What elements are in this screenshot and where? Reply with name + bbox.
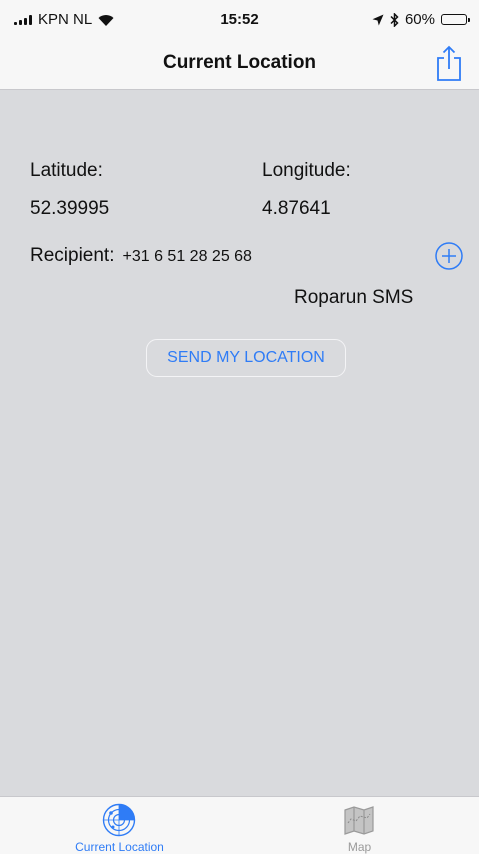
tab-current-location[interactable]: Current Location <box>0 797 239 854</box>
tab-map[interactable]: Map <box>240 797 479 854</box>
page-title: Current Location <box>162 52 317 73</box>
add-recipient-button[interactable] <box>434 241 464 271</box>
tab-label: Map <box>347 840 372 854</box>
plus-circle-icon <box>435 242 463 270</box>
send-location-button[interactable]: SEND MY LOCATION <box>146 339 346 377</box>
recipient-label: Recipient: <box>30 245 115 266</box>
latitude-label: Latitude: <box>30 160 103 181</box>
share-icon <box>437 45 461 81</box>
location-arrow-icon <box>372 14 384 25</box>
map-icon <box>344 806 374 835</box>
navigation-bar: Current Location <box>0 40 479 90</box>
battery-icon <box>441 14 470 25</box>
longitude-value: 4.87641 <box>262 198 331 219</box>
recipient-row: Recipient: +31 6 51 28 25 68 <box>30 245 252 267</box>
radar-icon <box>102 803 136 837</box>
share-button[interactable] <box>433 44 465 82</box>
tab-bar: Current Location Map <box>0 796 479 854</box>
status-right: 60% <box>372 11 470 28</box>
recipient-number[interactable]: +31 6 51 28 25 68 <box>123 248 252 266</box>
latitude-value: 52.39995 <box>30 198 110 219</box>
status-bar: KPN NL 15:52 60% <box>0 0 479 40</box>
longitude-label: Longitude: <box>262 160 351 181</box>
battery-percent: 60% <box>404 11 435 28</box>
tab-label: Current Location <box>75 840 164 854</box>
recipient-name: Roparun SMS <box>294 287 414 308</box>
bluetooth-icon <box>390 12 399 27</box>
